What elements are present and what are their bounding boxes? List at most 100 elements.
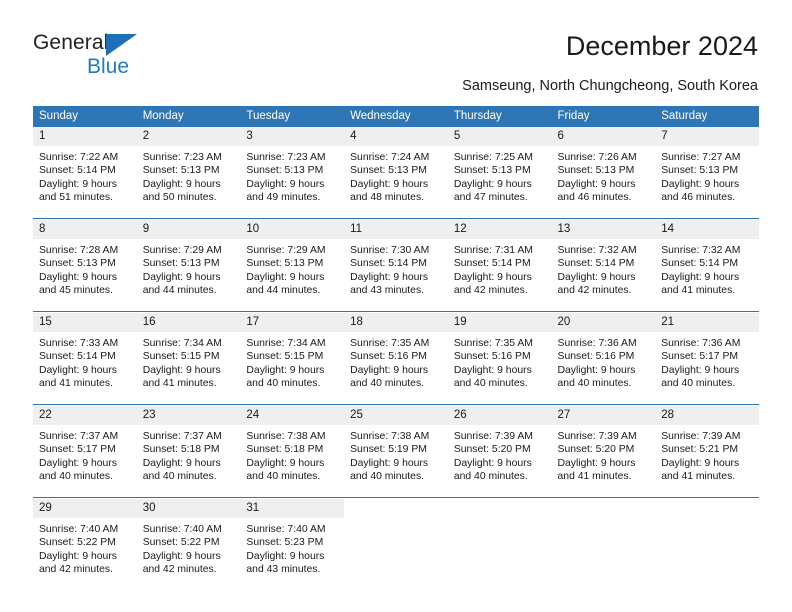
calendar-day-cell[interactable]: 20 Sunrise: 7:36 AM Sunset: 5:16 PM Dayligh… [551, 313, 656, 403]
calendar-page: General Blue December 2024 Samseung, Nor… [0, 0, 792, 612]
daylight-text-line2: and 41 minutes. [39, 377, 113, 389]
daylight-text-line2: and 40 minutes. [557, 377, 632, 389]
day-sun-info: Sunrise: 7:31 AM Sunset: 5:14 PM Daylight:… [448, 239, 552, 297]
calendar-day-cell[interactable]: 8 Sunrise: 7:28 AM Sunset: 5:13 PM Daylight… [33, 220, 137, 310]
daylight-text-line2: and 40 minutes. [142, 470, 217, 482]
daylight-text-line2: and 40 minutes. [39, 470, 113, 482]
daylight-text-line1: Daylight: 9 hours [661, 271, 740, 283]
sunset-text: Sunset: 5:15 PM [142, 351, 220, 363]
page-subtitle: Samseung, North Chungcheong, South Korea [462, 78, 758, 94]
daylight-text-line2: and 46 minutes. [557, 191, 632, 203]
sunrise-text: Sunrise: 7:25 AM [453, 152, 533, 163]
day-number: 18 [344, 313, 448, 332]
sunrise-text: Sunrise: 7:26 AM [557, 152, 637, 163]
calendar-day-cell[interactable]: 14 Sunrise: 7:32 AM Sunset: 5:14 PM Dayligh… [655, 220, 759, 310]
day-number: 8 [33, 220, 137, 239]
daylight-text-line1: Daylight: 9 hours [142, 550, 221, 562]
sunrise-text: Sunrise: 7:28 AM [39, 245, 119, 256]
day-cell-inner: 27 Sunrise: 7:39 AM Sunset: 5:20 PM Dayligh… [551, 406, 656, 496]
day-sun-info: Sunrise: 7:24 AM Sunset: 5:13 PM Daylight:… [344, 146, 448, 204]
daylight-text-line2: and 41 minutes. [661, 284, 736, 296]
calendar-day-cell[interactable]: 7 Sunrise: 7:27 AM Sunset: 5:13 PM Daylight… [655, 127, 759, 217]
week-separator-line [33, 404, 759, 405]
day-cell-inner: 1 Sunrise: 7:22 AM Sunset: 5:14 PM Daylight… [33, 127, 137, 217]
calendar-day-cell[interactable]: 22 Sunrise: 7:37 AM Sunset: 5:17 PM Dayligh… [33, 406, 137, 496]
sunset-text: Sunset: 5:14 PM [350, 258, 427, 270]
brand-logo[interactable]: General Blue [33, 31, 213, 83]
day-sun-info: Sunrise: 7:39 AM Sunset: 5:20 PM Daylight:… [448, 425, 552, 483]
day-number: 14 [655, 220, 759, 239]
day-cell-inner: 26 Sunrise: 7:39 AM Sunset: 5:20 PM Dayligh… [447, 406, 552, 496]
calendar-day-cell[interactable]: 15 Sunrise: 7:33 AM Sunset: 5:14 PM Dayligh… [33, 313, 137, 403]
daylight-text-line1: Daylight: 9 hours [557, 364, 636, 376]
daylight-text-line2: and 42 minutes. [557, 284, 632, 296]
calendar-day-cell[interactable]: 21 Sunrise: 7:36 AM Sunset: 5:17 PM Dayligh… [655, 313, 759, 403]
sunrise-text: Sunrise: 7:40 AM [246, 524, 326, 535]
calendar-day-cell[interactable]: 18 Sunrise: 7:35 AM Sunset: 5:16 PM Dayligh… [344, 313, 448, 403]
calendar-day-cell[interactable]: 28 Sunrise: 7:39 AM Sunset: 5:21 PM Dayligh… [655, 406, 759, 496]
day-sun-info: Sunrise: 7:36 AM Sunset: 5:17 PM Daylight:… [655, 332, 759, 390]
daylight-text-line2: and 44 minutes. [142, 284, 217, 296]
day-sun-info: Sunrise: 7:40 AM Sunset: 5:22 PM Daylight:… [137, 518, 241, 576]
calendar-day-cell[interactable]: 19 Sunrise: 7:35 AM Sunset: 5:16 PM Dayligh… [447, 313, 552, 403]
calendar-week-row: 15 Sunrise: 7:33 AM Sunset: 5:14 PM Dayligh… [33, 313, 759, 403]
calendar-day-cell[interactable]: 29 Sunrise: 7:40 AM Sunset: 5:22 PM Dayligh… [33, 499, 137, 589]
week-separator-line [33, 311, 759, 312]
week-separator-line [33, 497, 759, 498]
calendar-day-cell[interactable]: 4 Sunrise: 7:24 AM Sunset: 5:13 PM Daylight… [344, 127, 448, 217]
day-number: 7 [655, 127, 759, 146]
daylight-text-line2: and 42 minutes. [39, 563, 113, 575]
calendar-day-cell[interactable]: 3 Sunrise: 7:23 AM Sunset: 5:13 PM Daylight… [240, 127, 345, 217]
daylight-text-line1: Daylight: 9 hours [39, 550, 117, 562]
day-sun-info: Sunrise: 7:26 AM Sunset: 5:13 PM Daylight:… [552, 146, 656, 204]
calendar-day-cell[interactable]: 24 Sunrise: 7:38 AM Sunset: 5:18 PM Dayligh… [240, 406, 345, 496]
sunset-text: Sunset: 5:13 PM [557, 165, 635, 177]
sunrise-text: Sunrise: 7:35 AM [453, 338, 533, 349]
sunrise-text: Sunrise: 7:24 AM [350, 152, 430, 163]
day-sun-info: Sunrise: 7:33 AM Sunset: 5:14 PM Daylight:… [33, 332, 137, 390]
daylight-text-line2: and 44 minutes. [246, 284, 321, 296]
calendar-day-cell[interactable]: 16 Sunrise: 7:34 AM Sunset: 5:15 PM Dayligh… [136, 313, 241, 403]
day-number: 1 [33, 127, 137, 146]
calendar-day-cell[interactable]: 26 Sunrise: 7:39 AM Sunset: 5:20 PM Dayligh… [447, 406, 552, 496]
sunrise-text: Sunrise: 7:23 AM [142, 152, 222, 163]
calendar-day-cell[interactable]: 25 Sunrise: 7:38 AM Sunset: 5:19 PM Dayligh… [344, 406, 448, 496]
daylight-text-line2: and 40 minutes. [453, 470, 528, 482]
daylight-text-line2: and 47 minutes. [453, 191, 528, 203]
calendar-day-cell[interactable]: 11 Sunrise: 7:30 AM Sunset: 5:14 PM Dayligh… [344, 220, 448, 310]
day-number: 6 [551, 127, 656, 146]
daylight-text-line1: Daylight: 9 hours [142, 178, 221, 190]
calendar-day-cell[interactable]: 30 Sunrise: 7:40 AM Sunset: 5:22 PM Dayligh… [136, 499, 241, 589]
calendar-day-cell[interactable]: 23 Sunrise: 7:37 AM Sunset: 5:18 PM Dayligh… [136, 406, 241, 496]
sunrise-text: Sunrise: 7:37 AM [142, 431, 222, 442]
calendar-week-row: 8 Sunrise: 7:28 AM Sunset: 5:13 PM Daylight… [33, 220, 759, 310]
day-sun-info: Sunrise: 7:23 AM Sunset: 5:13 PM Daylight:… [137, 146, 241, 204]
sunrise-text: Sunrise: 7:32 AM [557, 245, 637, 256]
day-cell-inner: 30 Sunrise: 7:40 AM Sunset: 5:22 PM Dayligh… [136, 499, 241, 589]
sunrise-text: Sunrise: 7:39 AM [453, 431, 533, 442]
calendar-day-cell[interactable]: 6 Sunrise: 7:26 AM Sunset: 5:13 PM Daylight… [551, 127, 656, 217]
sunrise-text: Sunrise: 7:23 AM [246, 152, 326, 163]
day-number: 13 [551, 220, 656, 239]
day-number: 16 [136, 313, 241, 332]
calendar-day-cell[interactable]: 31 Sunrise: 7:40 AM Sunset: 5:23 PM Dayligh… [240, 499, 345, 589]
calendar-day-cell[interactable]: 27 Sunrise: 7:39 AM Sunset: 5:20 PM Dayligh… [551, 406, 656, 496]
calendar-day-cell[interactable]: 2 Sunrise: 7:23 AM Sunset: 5:13 PM Daylight… [136, 127, 241, 217]
day-cell-inner: 31 Sunrise: 7:40 AM Sunset: 5:23 PM Dayligh… [240, 499, 345, 589]
day-cell-inner: 21 Sunrise: 7:36 AM Sunset: 5:17 PM Dayligh… [655, 313, 759, 403]
calendar-day-cell[interactable]: 17 Sunrise: 7:34 AM Sunset: 5:15 PM Dayligh… [240, 313, 345, 403]
daylight-text-line2: and 40 minutes. [350, 377, 425, 389]
day-number: 22 [33, 406, 137, 425]
calendar-day-cell[interactable]: 1 Sunrise: 7:22 AM Sunset: 5:14 PM Daylight… [33, 127, 137, 217]
weekday-header-thursday: Thursday [447, 106, 552, 127]
calendar-day-cell[interactable]: 12 Sunrise: 7:31 AM Sunset: 5:14 PM Dayligh… [447, 220, 552, 310]
calendar-day-cell[interactable]: 10 Sunrise: 7:29 AM Sunset: 5:13 PM Dayligh… [240, 220, 345, 310]
calendar-day-cell[interactable]: 5 Sunrise: 7:25 AM Sunset: 5:13 PM Daylight… [447, 127, 552, 217]
sunrise-text: Sunrise: 7:33 AM [39, 338, 119, 349]
day-number: 10 [240, 220, 345, 239]
day-cell-inner: 5 Sunrise: 7:25 AM Sunset: 5:13 PM Daylight… [447, 127, 552, 217]
calendar-day-cell[interactable]: 9 Sunrise: 7:29 AM Sunset: 5:13 PM Daylight… [136, 220, 241, 310]
calendar-day-cell[interactable]: 13 Sunrise: 7:32 AM Sunset: 5:14 PM Dayligh… [551, 220, 656, 310]
day-number [552, 499, 656, 518]
day-cell-inner: 19 Sunrise: 7:35 AM Sunset: 5:16 PM Dayligh… [447, 313, 552, 403]
